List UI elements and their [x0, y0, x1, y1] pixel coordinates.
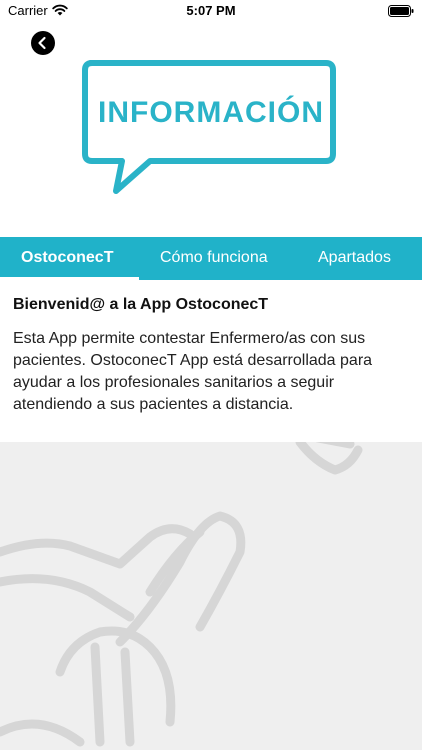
- active-tab-indicator: [0, 277, 139, 280]
- battery-icon: [388, 5, 414, 20]
- clock: 5:07 PM: [186, 3, 236, 18]
- hands-icon: [0, 442, 363, 747]
- tab-apartados[interactable]: Apartados: [318, 237, 391, 280]
- description-text: Esta App permite contestar Enfermero/as …: [13, 330, 373, 413]
- status-bar: Carrier 5:07 PM: [0, 0, 422, 22]
- content-panel: Bienvenid@ a la App OstoconecT Esta App …: [13, 296, 413, 416]
- chevron-left-icon: [38, 36, 46, 50]
- back-button[interactable]: [31, 31, 55, 55]
- tab-como-funciona[interactable]: Cómo funciona: [160, 237, 268, 280]
- informacion-logo: INFORMACIÓN: [80, 58, 340, 200]
- welcome-heading: Bienvenid@ a la App OstoconecT: [13, 296, 269, 313]
- background-art: [0, 442, 422, 750]
- tab-ostoconect[interactable]: OstoconecT: [21, 237, 113, 280]
- tab-bar: OstoconecT Cómo funciona Apartados: [0, 237, 422, 280]
- logo-text: INFORMACIÓN: [98, 96, 324, 129]
